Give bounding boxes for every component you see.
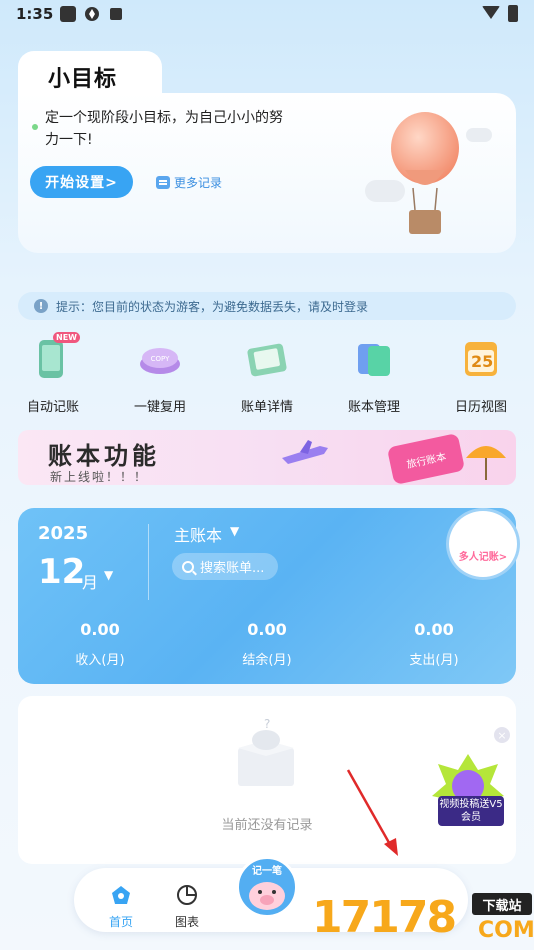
feature-auto-record[interactable]: NEW 自动记账 (8, 332, 98, 415)
info-icon: ! (34, 299, 48, 313)
tab-label: 图表 (174, 915, 199, 929)
home-icon (112, 886, 130, 904)
pie-chart-icon (177, 885, 197, 905)
stat-value: 0.00 (414, 620, 454, 639)
travel-book-tag: 旅行账本 (386, 432, 466, 485)
cloud-decoration (466, 128, 492, 142)
hot-air-balloon-icon (391, 112, 459, 234)
document-icon (156, 176, 170, 189)
record-button-label: 记一笔 (252, 866, 282, 877)
empty-box-icon: ? (238, 718, 294, 786)
calendar-icon: 25 (457, 334, 505, 382)
book-feature-banner[interactable]: 账本功能 新上线啦！！！ 旅行账本 (18, 430, 516, 485)
bill-icon (243, 334, 291, 382)
feature-label: 一键复用 (133, 400, 186, 415)
guest-tip-bar[interactable]: ! 提示：您目前的状态为游客，为避免数据丢失，请及时登录 (18, 292, 516, 320)
phone-icon: NEW (29, 332, 80, 382)
goal-title: 小目标 (48, 67, 118, 92)
airplane-icon (282, 440, 328, 464)
stat-label: 支出(月) (409, 653, 459, 668)
feature-label: 日历视图 (454, 400, 507, 415)
battery-icon (508, 5, 518, 22)
feature-book-management[interactable]: 账本管理 (329, 334, 419, 415)
books-icon (350, 334, 398, 382)
more-records-label: 更多记录 (174, 176, 223, 190)
svg-text:COPY: COPY (151, 355, 170, 363)
sync-notification-icon (84, 6, 100, 22)
feature-label: 账单详情 (240, 400, 293, 415)
watermark-tag: 下载站 (472, 893, 532, 915)
divider (148, 524, 149, 600)
book-selector[interactable]: 主账本 (174, 522, 222, 546)
search-icon (182, 560, 194, 573)
search-placeholder: 搜索账单... (200, 561, 265, 576)
chevron-down-icon[interactable]: ▼ (230, 524, 239, 538)
promo-label: 视频投稿送V5会员 (438, 796, 504, 826)
chevron-down-icon[interactable]: ▼ (104, 568, 113, 582)
app-notification-icon (60, 6, 76, 22)
banner-title: 账本功能 (48, 442, 160, 470)
stat-value: 0.00 (80, 620, 120, 639)
feature-calendar-view[interactable]: 25 日历视图 (436, 334, 526, 415)
stat-label: 收入(月) (75, 653, 125, 668)
copy-button-icon: COPY (136, 334, 184, 382)
feature-one-click-reuse[interactable]: COPY 一键复用 (115, 334, 205, 415)
feature-label: 账本管理 (347, 400, 400, 415)
more-records-link[interactable]: 更多记录 (156, 174, 222, 191)
feature-label: 自动记账 (26, 400, 79, 415)
umbrella-icon (466, 446, 506, 480)
close-icon[interactable]: × (494, 727, 510, 743)
goal-description: 定一个现阶段小目标，为自己小小的努力一下! (45, 110, 283, 148)
stat-value: 0.00 (247, 620, 287, 639)
status-bar: 1:35 (0, 0, 534, 30)
tab-charts[interactable]: 图表 (162, 884, 212, 930)
calendar-day: 25 (471, 352, 494, 371)
svg-text:?: ? (264, 718, 270, 731)
watermark-domain: COM (478, 918, 534, 943)
a-notification-icon (110, 8, 122, 20)
pig-mascot-icon (249, 882, 285, 910)
watermark-logo: 17178 (312, 892, 457, 943)
stat-label: 结余(月) (242, 653, 292, 668)
tab-label: 首页 (108, 915, 133, 929)
guest-tip-text: 提示：您目前的状态为游客，为避免数据丢失，请及时登录 (56, 299, 369, 314)
start-setting-button[interactable]: 开始设置> (30, 166, 133, 198)
account-year: 2025 (38, 523, 89, 544)
stat-expense: 0.00 支出(月) (374, 620, 494, 668)
month-suffix: 月 (82, 573, 99, 592)
stat-balance: 0.00 结余(月) (207, 620, 327, 668)
bullet-icon (32, 124, 38, 130)
new-badge: NEW (53, 332, 80, 343)
banner-subtitle: 新上线啦！！！ (50, 470, 149, 484)
wifi-icon (482, 6, 500, 19)
feature-bill-details[interactable]: 账单详情 (222, 334, 312, 415)
arrow-annotation-icon (346, 769, 398, 856)
search-bills-input[interactable]: 搜索账单... (172, 553, 278, 580)
multi-user-record-button[interactable]: 多人记账> (446, 508, 520, 580)
tab-home[interactable]: 首页 (96, 884, 146, 930)
account-month[interactable]: 12 (38, 552, 85, 592)
stat-income: 0.00 收入(月) (40, 620, 160, 668)
status-time: 1:35 (16, 5, 54, 23)
